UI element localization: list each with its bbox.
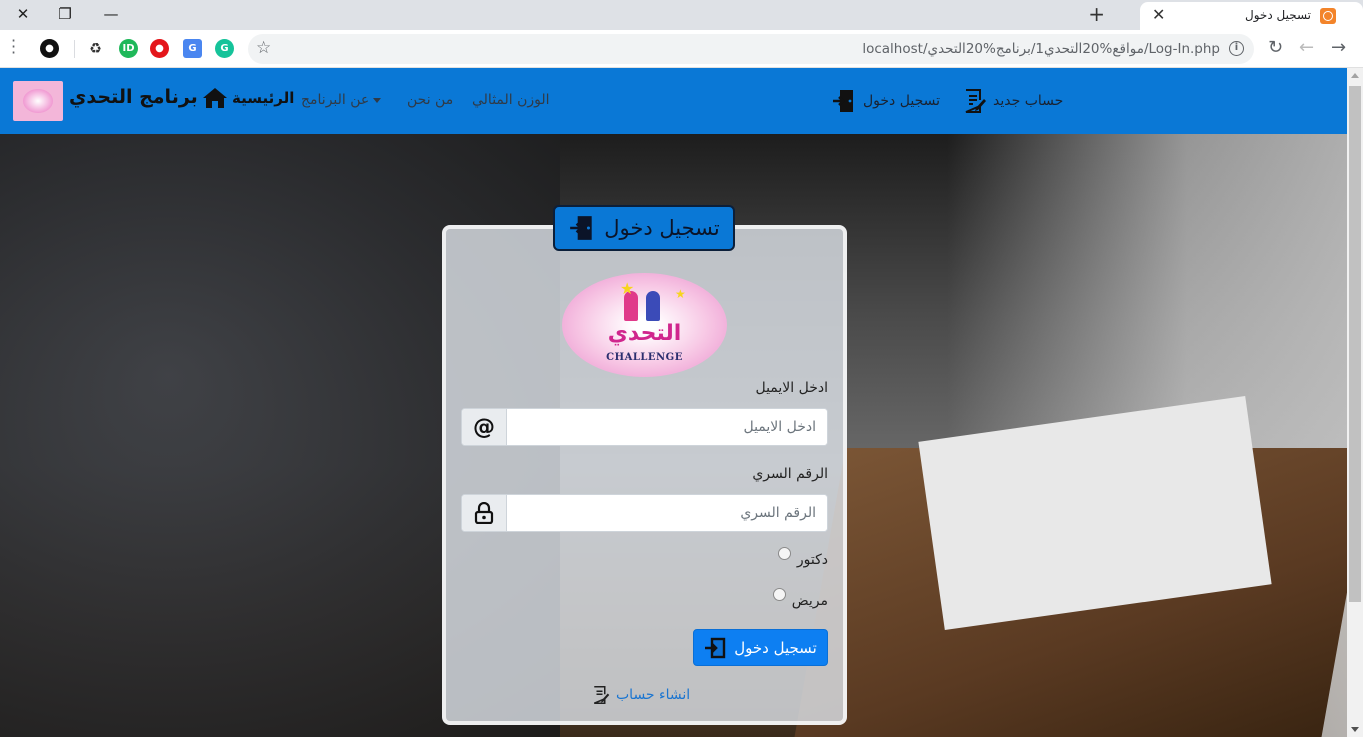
email-input-group: @ [461, 408, 828, 446]
logo-arabic-text: التحدي [607, 321, 682, 346]
page-viewport: برنامج التحدي الرئيسية عن البرنامج من نح… [0, 68, 1363, 737]
url-text[interactable]: localhost/مواقع%20التحدي1/برنامج%20التحد… [862, 41, 1220, 57]
page-scrollbar[interactable] [1347, 68, 1363, 737]
nav-home[interactable]: الرئيسية [202, 87, 294, 109]
site-info-icon[interactable]: i [1229, 41, 1244, 56]
password-addon [462, 495, 507, 531]
star-icon: ★ [620, 279, 635, 298]
radio-doctor-row[interactable]: دكتور [777, 546, 828, 568]
browser-toolbar: · · · ● ♻ ID ● G G ☆ localhost/مواقع%20الت… [0, 30, 1363, 68]
door-login-icon [833, 90, 853, 112]
restore-window-icon[interactable]: ❐ [42, 0, 88, 28]
radio-patient[interactable] [772, 587, 786, 601]
login-submit-button[interactable]: تسجيل دخول [693, 629, 828, 666]
browser-menu-icon[interactable]: · · · [11, 33, 16, 61]
door-login-icon [570, 216, 592, 240]
logo-english-text: CHALLENGE [606, 352, 683, 363]
signup-link[interactable]: انشاء حساب [592, 685, 690, 705]
navbar: برنامج التحدي الرئيسية عن البرنامج من نح… [0, 68, 1347, 134]
challenge-logo: ★ ★ التحدي CHALLENGE [562, 273, 727, 377]
password-label: الرقم السري [752, 466, 828, 482]
minimize-window-icon[interactable]: — [88, 0, 134, 28]
lock-icon [474, 502, 494, 524]
nav-login-label: تسجيل دخول [863, 93, 940, 109]
radio-doctor[interactable] [777, 546, 791, 560]
radio-patient-row[interactable]: مريض [772, 587, 828, 609]
extension-recycle-icon[interactable]: ♻ [86, 39, 105, 58]
extension-adblock-icon[interactable]: ● [150, 39, 169, 58]
brand-title[interactable]: برنامج التحدي [69, 86, 198, 108]
extension-translate-icon[interactable]: G [183, 39, 202, 58]
login-arrow-icon [705, 637, 726, 658]
radio-doctor-label: دكتور [796, 552, 828, 568]
radio-patient-label: مريض [791, 593, 828, 609]
chevron-down-icon [373, 97, 382, 103]
login-card-header: تسجيل دخول [553, 205, 735, 251]
tab-title: تسجيل دخول [1245, 8, 1311, 22]
new-tab-button[interactable]: + [1088, 2, 1105, 26]
email-addon: @ [462, 409, 507, 445]
scroll-up-arrow-icon[interactable] [1351, 73, 1359, 78]
nav-new-account[interactable]: حساب جديد [963, 88, 1063, 114]
browser-tab[interactable]: تسجيل دخول ✕ [1140, 2, 1363, 30]
star-icon: ★ [675, 287, 686, 301]
forward-icon[interactable]: ← [1299, 37, 1314, 58]
scroll-thumb[interactable] [1349, 86, 1361, 602]
address-bar[interactable]: ☆ localhost/مواقع%20التحدي1/برنامج%20الت… [248, 34, 1254, 64]
email-label: ادخل الايميل [755, 380, 828, 396]
extension-dark-icon[interactable]: ● [40, 39, 59, 58]
back-icon[interactable]: → [1331, 37, 1346, 58]
at-sign-icon: @ [473, 414, 495, 440]
signup-note-icon [965, 89, 986, 113]
toolbar-separator [74, 40, 75, 58]
password-input-group [461, 494, 828, 532]
browser-tabstrip: ✕ ❐ — + تسجيل دخول ✕ [0, 0, 1363, 30]
login-submit-label: تسجيل دخول [734, 638, 817, 657]
close-window-icon[interactable]: ✕ [0, 0, 46, 28]
nav-who[interactable]: من نحن [407, 92, 453, 108]
nav-about-dropdown[interactable]: عن البرنامج [301, 92, 382, 108]
signup-note-icon [593, 686, 610, 704]
nav-home-label: الرئيسية [232, 89, 295, 107]
reload-icon[interactable]: ↻ [1268, 37, 1283, 58]
tab-favicon-icon [1320, 8, 1336, 24]
brand-logo[interactable] [13, 81, 63, 121]
home-icon [203, 88, 227, 108]
email-input[interactable] [508, 409, 827, 445]
password-input[interactable] [508, 495, 827, 531]
nav-new-account-label: حساب جديد [993, 93, 1064, 109]
bookmark-star-icon[interactable]: ☆ [256, 38, 271, 58]
extension-idm-icon[interactable]: ID [119, 39, 138, 58]
extension-grammarly-icon[interactable]: G [215, 39, 234, 58]
nav-about-label: عن البرنامج [301, 92, 370, 108]
tab-close-icon[interactable]: ✕ [1152, 5, 1165, 24]
logo-figure-blue [646, 291, 660, 321]
nav-login[interactable]: تسجيل دخول [831, 88, 940, 114]
signup-link-label: انشاء حساب [616, 687, 691, 703]
scroll-down-arrow-icon[interactable] [1351, 727, 1359, 732]
nav-ideal-weight[interactable]: الوزن المثالي [472, 92, 550, 108]
login-card-title: تسجيل دخول [604, 216, 720, 240]
